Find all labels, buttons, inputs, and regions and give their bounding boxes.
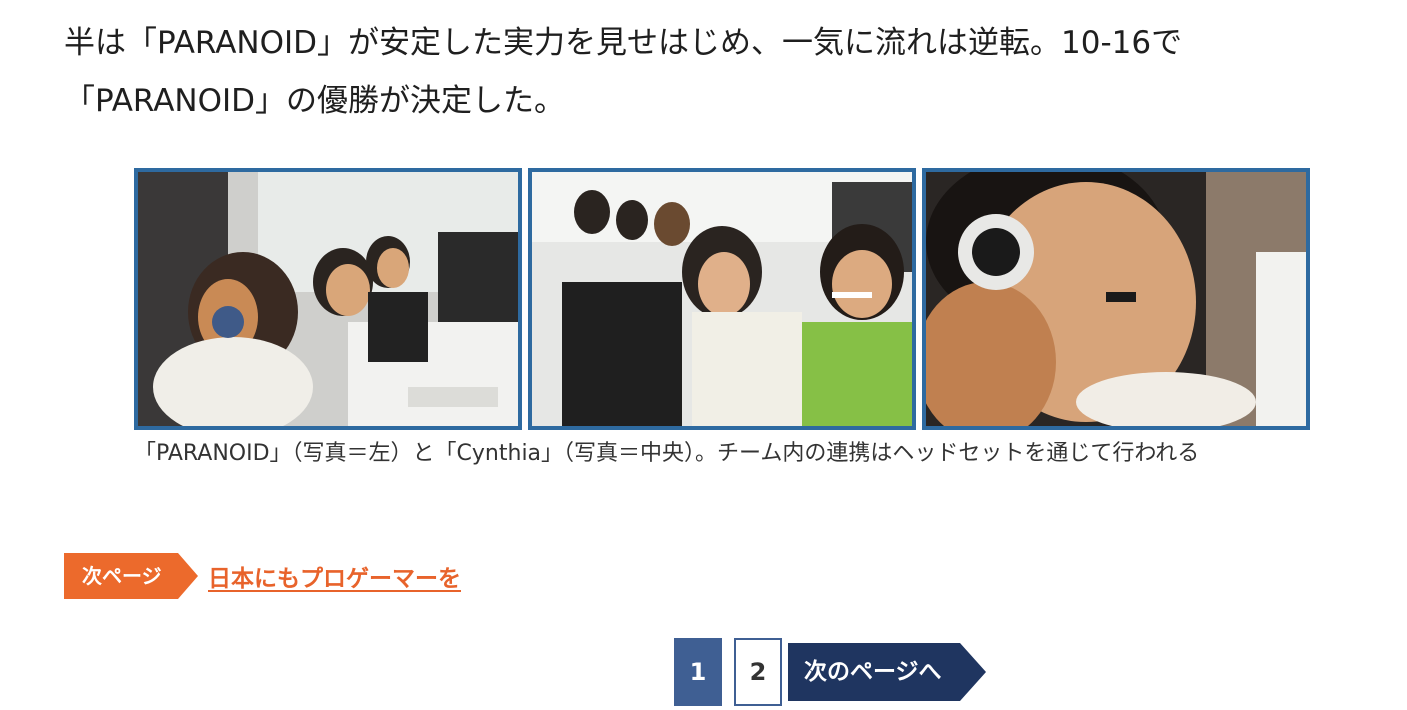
- article-paragraph: 半は「PARANOID」が安定した実力を見せはじめ、一気に流れは逆転。10-16…: [64, 25, 1183, 119]
- photo-left-paranoid[interactable]: [134, 168, 522, 430]
- photo-caption: 「PARANOID」（写真＝左）と「Cynthia」（写真＝中央）。チーム内の連…: [134, 441, 1200, 466]
- next-section: 次ページ 日本にもプロゲーマーを: [64, 553, 461, 599]
- photo-gallery: [134, 168, 1311, 430]
- next-section-link[interactable]: 日本にもプロゲーマーを: [208, 559, 461, 593]
- photo-right-image: [926, 172, 1306, 426]
- next-badge-label: 次ページ: [82, 564, 162, 588]
- photo-center-cynthia[interactable]: [528, 168, 916, 430]
- pagination: 1 2 次のページへ: [674, 637, 986, 707]
- photo-left-image: [138, 172, 518, 426]
- next-page-badge: 次ページ: [64, 553, 198, 599]
- page-1-button[interactable]: 1: [674, 638, 722, 706]
- next-page-label: 次のページへ: [804, 659, 942, 685]
- photo-center-image: [532, 172, 912, 426]
- photo-right-closeup[interactable]: [922, 168, 1310, 430]
- page-2-button[interactable]: 2: [734, 638, 782, 706]
- next-page-button[interactable]: 次のページへ: [788, 643, 986, 701]
